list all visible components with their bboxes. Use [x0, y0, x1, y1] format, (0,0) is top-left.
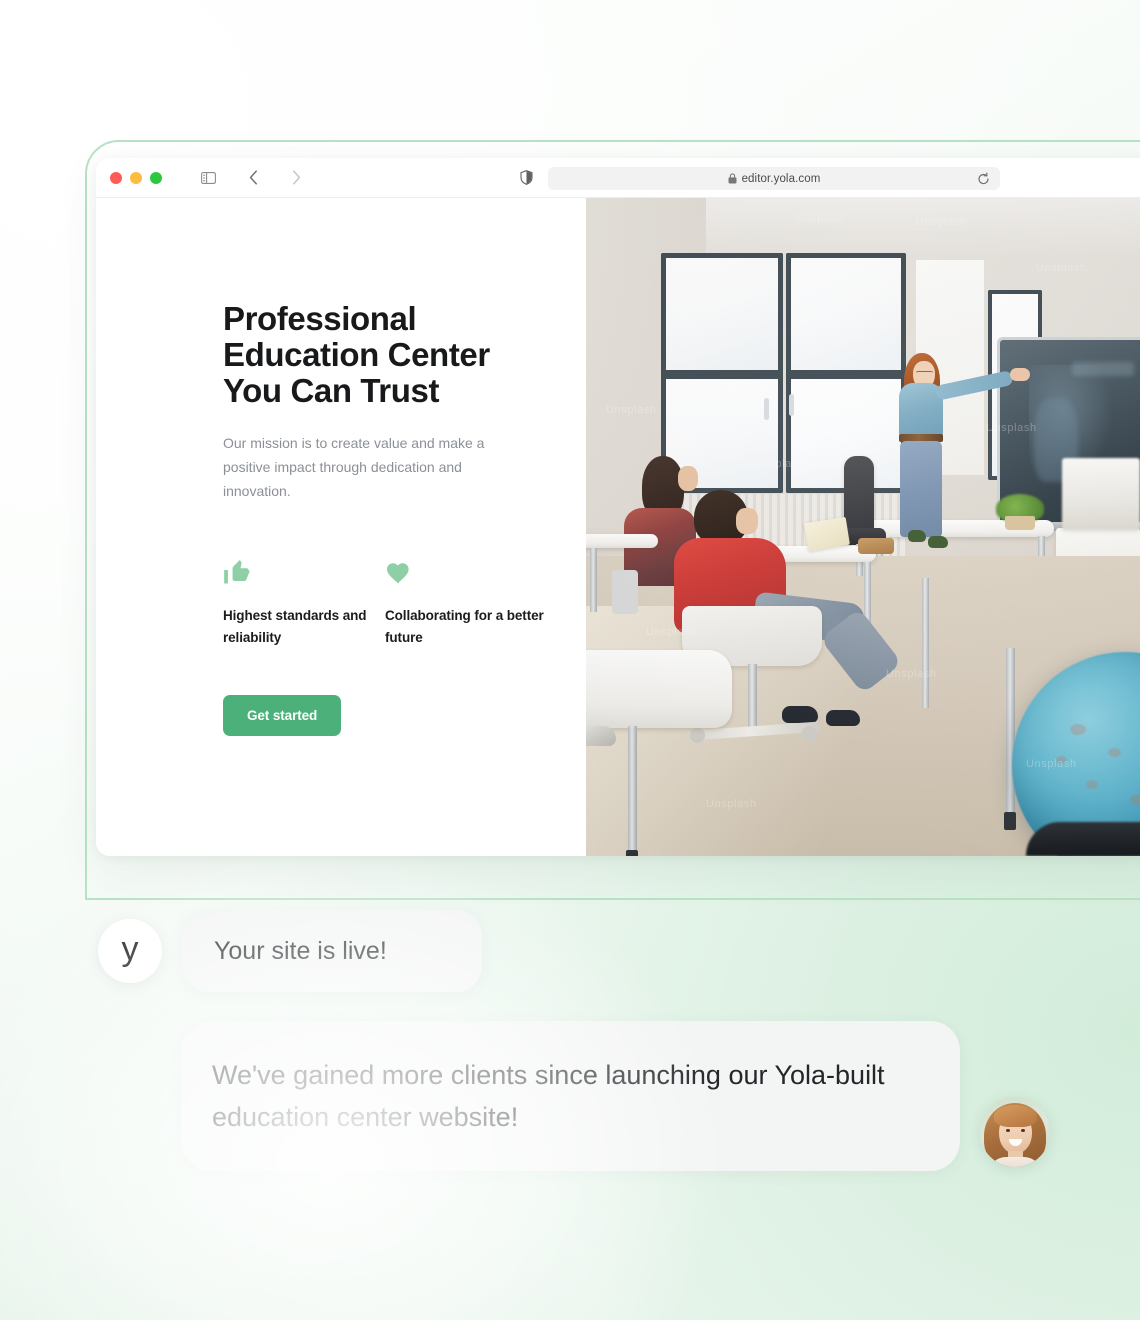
minimize-button[interactable] [130, 171, 142, 184]
yola-logo-letter: y [121, 930, 139, 968]
photo-leg-foot [626, 850, 638, 856]
photo-caster [802, 726, 817, 741]
privacy-report-button[interactable] [520, 158, 533, 197]
address-bar-content: editor.yola.com [728, 173, 821, 185]
feature-item-standards: Highest standards and reliability [223, 553, 385, 649]
photo-leg [590, 548, 597, 612]
photo-teacher-glasses [916, 371, 933, 376]
photo-teacher-shoe [908, 530, 926, 542]
address-bar[interactable]: editor.yola.com [548, 167, 1000, 190]
address-bar-url: editor.yola.com [741, 172, 821, 185]
photo-teacher-shoe [928, 536, 948, 548]
feature-item-collaboration: Collaborating for a better future [385, 553, 547, 649]
chat-bubble-status: Your site is live! [182, 910, 482, 992]
photo-watermark: Unsplash [1036, 262, 1087, 274]
chat-message-row-1: y Your site is live! [98, 910, 482, 992]
photo-office-chair-back [844, 456, 874, 534]
photo-window-left [661, 253, 783, 493]
photo-leg [628, 726, 637, 856]
chat-bubble-testimonial: We've gained more clients since launchin… [181, 1021, 960, 1171]
hero-subtitle: Our mission is to create value and make … [223, 435, 485, 499]
thumbs-up-icon [223, 553, 385, 587]
photo-chair-post [748, 664, 757, 730]
photo-globe-stand [1026, 822, 1140, 856]
page-background: editor.yola.com Professional Education C… [0, 0, 1140, 1320]
forward-button[interactable] [283, 165, 309, 191]
photo-window-handle [764, 398, 769, 420]
chat-message-row-2: We've gained more clients since launchin… [181, 1021, 1050, 1171]
photo-window-handle [789, 394, 794, 416]
chat-message-text: We've gained more clients since launchin… [212, 1060, 885, 1132]
customer-avatar [980, 1097, 1050, 1167]
photo-window-right [786, 253, 906, 493]
window-controls [110, 171, 162, 184]
browser-toolbar: editor.yola.com [96, 158, 1140, 198]
reload-icon [978, 172, 989, 184]
photo-student-face [678, 466, 698, 491]
photo-chair [612, 570, 638, 614]
feature-list: Highest standards and reliability Collab… [223, 553, 586, 649]
avatar-eye [1021, 1129, 1025, 1132]
heart-icon [385, 553, 547, 587]
maximize-button[interactable] [150, 171, 162, 184]
photo-plant-pot [1005, 516, 1035, 530]
chevron-left-icon [249, 170, 257, 185]
privacy-shield-icon [520, 170, 533, 185]
sidebar-toggle-button[interactable] [195, 165, 221, 191]
photo-teacher-jeans [900, 441, 942, 537]
photo-window-pane [791, 258, 901, 370]
browser-window: editor.yola.com Professional Education C… [96, 158, 1140, 856]
lock-icon [728, 173, 737, 184]
photo-cabinet [1062, 458, 1140, 530]
page-title: Professional Education Center You Can Tr… [223, 300, 490, 409]
classroom-photo: Unsplash Unsplash Unsplash Unsplash Unsp… [586, 198, 1140, 856]
photo-student-shoe [782, 706, 818, 723]
photo-teacher-hand [1010, 368, 1030, 381]
website-preview: Professional Education Center You Can Tr… [96, 198, 1140, 856]
hero-text-column: Professional Education Center You Can Tr… [96, 198, 586, 856]
close-button[interactable] [110, 171, 122, 184]
yola-logo-avatar: y [98, 919, 162, 983]
photo-student-hoodie-face [736, 508, 758, 534]
get-started-button[interactable]: Get started [223, 695, 342, 736]
chat-message-text: Your site is live! [214, 937, 387, 965]
photo-leg-foot [1004, 812, 1016, 830]
avatar-fringe [994, 1105, 1037, 1127]
photo-desk-back [586, 534, 658, 548]
photo-student-shoe [826, 710, 860, 726]
feature-label: Collaborating for a better future [385, 608, 544, 645]
photo-foreground-desk [586, 650, 732, 728]
photo-window-pane [666, 258, 778, 370]
photo-screen-text [1072, 362, 1134, 376]
navigation-controls [195, 165, 309, 191]
photo-shoe [586, 726, 616, 746]
photo-leg [922, 578, 929, 708]
feature-label: Highest standards and reliability [223, 608, 367, 645]
back-button[interactable] [240, 165, 266, 191]
sidebar-toggle-icon [200, 171, 216, 184]
photo-bag [858, 538, 894, 554]
photo-caster [690, 728, 705, 743]
chevron-right-icon [292, 170, 300, 185]
photo-leg [1006, 648, 1015, 818]
avatar-eye [1006, 1129, 1010, 1132]
reload-button[interactable] [977, 172, 990, 185]
